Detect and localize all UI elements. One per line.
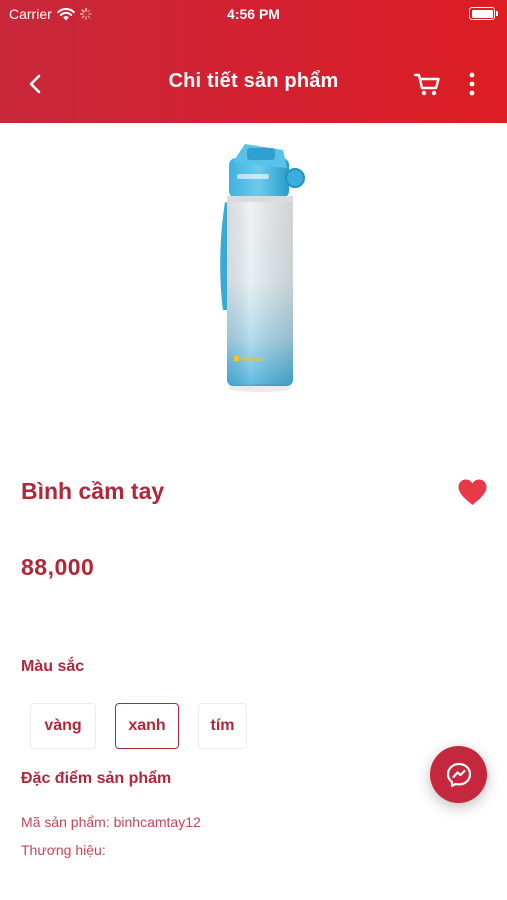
color-option-label: vàng: [44, 717, 82, 734]
color-option-vang[interactable]: vàng: [30, 703, 96, 749]
color-section-label: Màu sắc: [21, 658, 85, 675]
heart-icon: [458, 479, 487, 505]
color-option-label: xanh: [128, 717, 166, 734]
product-price: 88,000: [21, 554, 95, 580]
product-name: Bình cầm tay: [21, 478, 165, 504]
battery-icon: [469, 7, 498, 20]
back-button[interactable]: [22, 70, 50, 98]
features-section-label: Đặc điểm sản phẩm: [21, 770, 172, 787]
product-brand: Thương hiệu:: [21, 842, 106, 858]
status-time: 4:56 PM: [227, 6, 280, 22]
color-option-xanh[interactable]: xanh: [115, 703, 179, 749]
messenger-chat-button[interactable]: [430, 746, 487, 803]
page-title: Chi tiết sản phẩm: [168, 70, 339, 92]
color-option-label: tím: [210, 717, 235, 734]
status-bar: Carrier 4:56 PM: [0, 0, 507, 28]
more-options-button[interactable]: [462, 70, 482, 98]
chevron-left-icon: [29, 74, 41, 94]
product-image: Kim-Lon: [203, 140, 307, 395]
product-sku: Mã sản phẩm: binhcamtay12: [21, 814, 201, 830]
color-option-tim[interactable]: tím: [198, 703, 247, 749]
more-vertical-icon: [469, 72, 475, 96]
app-header: Carrier 4:56 PM Chi tiết sản phẩm: [0, 0, 507, 123]
favorite-button[interactable]: [457, 478, 488, 506]
cart-button[interactable]: [412, 70, 442, 98]
bottle-brand-text: Kim-Lon: [242, 357, 267, 363]
messenger-icon: [446, 762, 471, 787]
cart-icon: [413, 73, 440, 96]
